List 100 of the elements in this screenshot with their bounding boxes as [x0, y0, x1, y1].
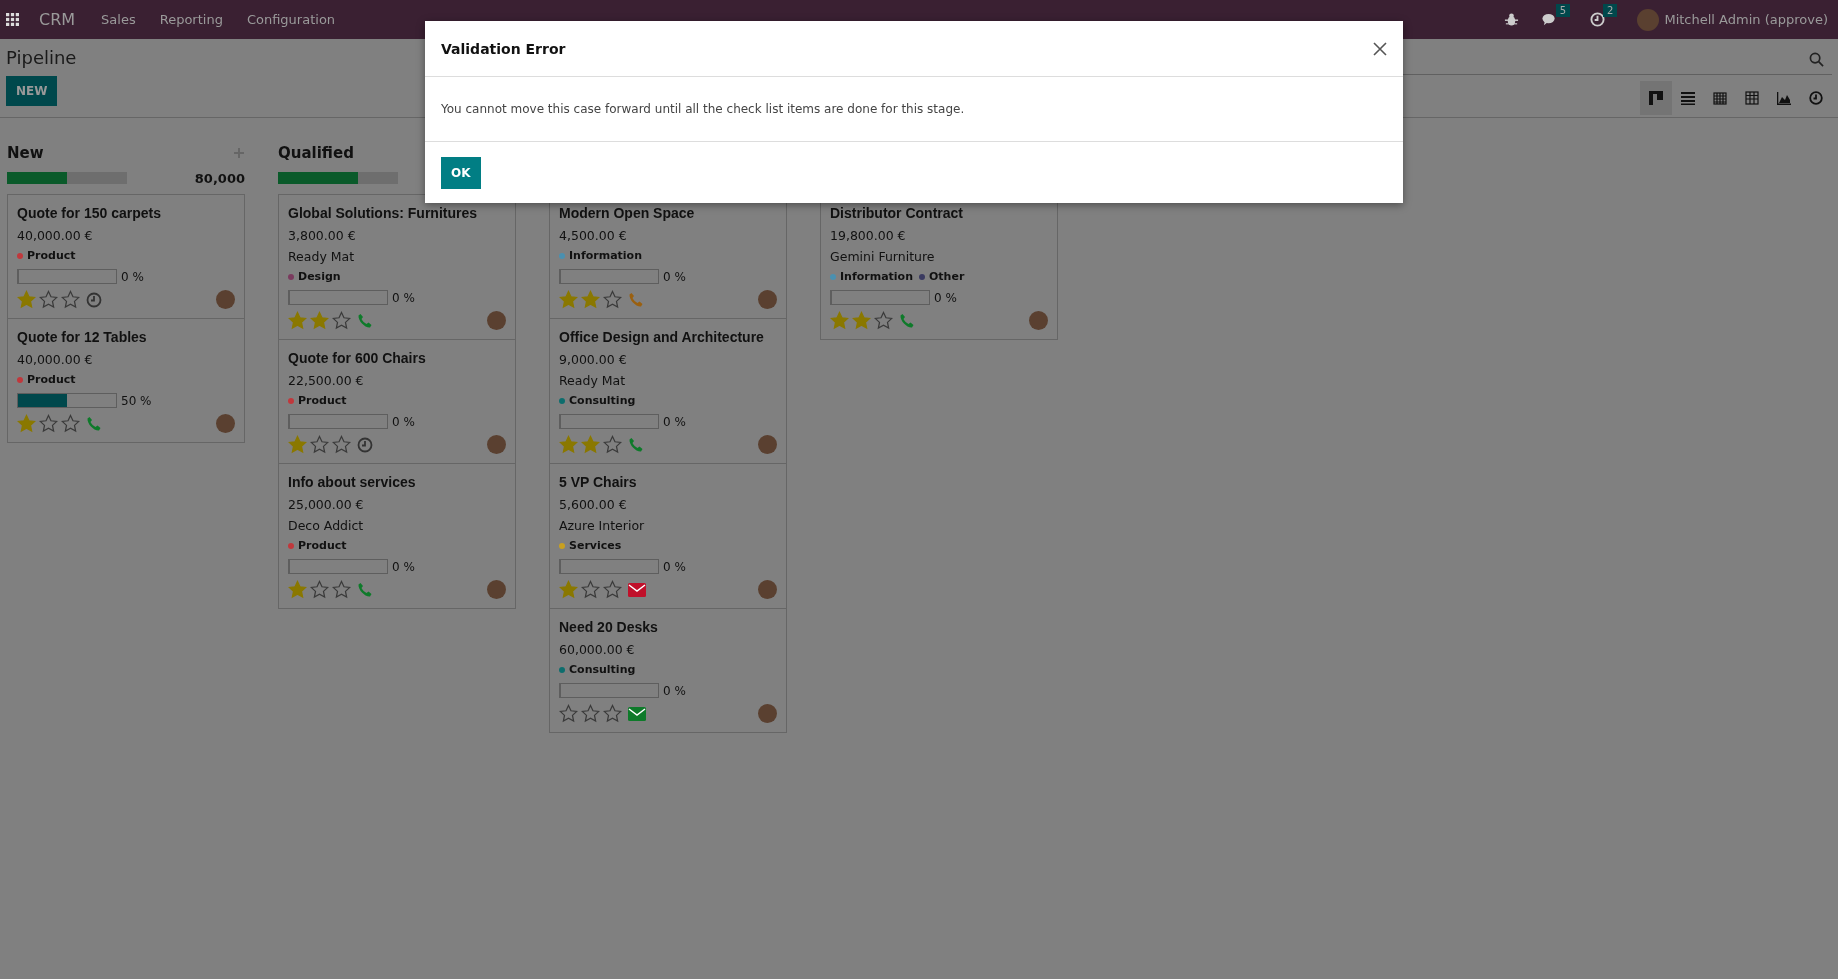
filled-star-icon[interactable] [581, 290, 600, 309]
empty-star-icon[interactable] [581, 580, 600, 599]
ok-button[interactable]: OK [441, 156, 481, 189]
close-icon[interactable] [1373, 41, 1387, 56]
menu-item[interactable]: Reporting [159, 12, 223, 27]
empty-star-icon[interactable] [39, 290, 58, 309]
user-avatar[interactable] [758, 580, 777, 599]
progress-reading: 0 % [934, 290, 957, 305]
tag-label: Product [298, 539, 347, 552]
progress-reading: 0 % [121, 269, 144, 284]
user-avatar[interactable] [758, 704, 777, 723]
user-name[interactable]: Mitchell Admin (approve) [1664, 12, 1828, 27]
card-company: Deco Addict [288, 518, 365, 533]
envelope-icon[interactable] [628, 582, 646, 597]
search-icon[interactable] [1809, 52, 1824, 67]
new-button[interactable]: NEW [6, 76, 58, 106]
empty-star-icon[interactable] [310, 580, 329, 599]
card-amount: 3,800.00 € [288, 228, 357, 243]
progress-reading: 0 % [663, 269, 686, 284]
user-avatar[interactable] [216, 414, 235, 433]
card-amount: 9,000.00 € [559, 352, 628, 367]
card-amount: 22,500.00 € [288, 373, 365, 388]
tag-label: Information [840, 270, 913, 283]
user-avatar[interactable] [487, 580, 506, 599]
card-title: Distributor Contract [830, 205, 964, 221]
empty-star-icon[interactable] [61, 290, 80, 309]
empty-star-icon[interactable] [603, 290, 622, 309]
filled-star-icon[interactable] [559, 290, 578, 309]
filled-star-icon[interactable] [310, 311, 329, 330]
card-company: Ready Mat [559, 373, 627, 388]
empty-star-icon[interactable] [603, 704, 622, 723]
filled-star-icon[interactable] [559, 435, 578, 454]
progress-reading: 0 % [663, 559, 686, 574]
filled-star-icon[interactable] [17, 414, 36, 433]
card-title: Global Solutions: Furnitures [288, 205, 478, 221]
filled-star-icon[interactable] [830, 311, 849, 330]
area-chart-icon[interactable] [1777, 91, 1791, 105]
tag-label: Product [27, 373, 76, 386]
empty-star-icon[interactable] [61, 414, 80, 433]
filled-star-icon[interactable] [288, 311, 307, 330]
empty-star-icon[interactable] [559, 704, 578, 723]
user-avatar[interactable] [487, 311, 506, 330]
column-title: Qualified [278, 144, 354, 162]
empty-star-icon[interactable] [310, 435, 329, 454]
activity-count-badge: 2 [1603, 4, 1618, 17]
card-title: Modern Open Space [559, 205, 696, 221]
clock-icon[interactable] [1809, 91, 1823, 105]
menu-item[interactable]: Configuration [246, 12, 336, 27]
app-name-link[interactable]: CRM [39, 10, 76, 29]
card-amount: 40,000.00 € [17, 352, 94, 367]
user-avatar[interactable] [758, 435, 777, 454]
user-avatar[interactable] [758, 290, 777, 309]
tag-label: Other [929, 270, 965, 283]
table-grid-icon[interactable] [1745, 91, 1759, 105]
progress-reading: 0 % [663, 683, 686, 698]
empty-star-icon[interactable] [581, 704, 600, 723]
tag-label: Information [569, 249, 642, 262]
column-title: New [7, 144, 44, 162]
tag-label: Product [27, 249, 76, 262]
card-amount: 4,500.00 € [559, 228, 628, 243]
empty-star-icon[interactable] [874, 311, 893, 330]
card-title: Quote for 150 carpets [17, 205, 162, 221]
filled-star-icon[interactable] [581, 435, 600, 454]
menu-item[interactable]: Sales [101, 12, 136, 27]
dialog-title: Validation Error [441, 40, 566, 57]
list-icon[interactable] [1681, 91, 1695, 105]
card-title: Info about services [288, 474, 417, 490]
empty-star-icon[interactable] [603, 580, 622, 599]
empty-star-icon[interactable] [332, 311, 351, 330]
card-company: Gemini Furniture [830, 249, 936, 264]
progress-reading: 50 % [121, 393, 152, 408]
progress-reading: 0 % [392, 559, 415, 574]
user-avatar[interactable] [487, 435, 506, 454]
tag-label: Services [569, 539, 622, 552]
user-avatar[interactable] [1029, 311, 1048, 330]
filled-star-icon[interactable] [288, 580, 307, 599]
card-title: Quote for 600 Chairs [288, 350, 427, 366]
empty-star-icon[interactable] [332, 580, 351, 599]
user-avatar[interactable] [216, 290, 235, 309]
user-avatar[interactable] [1637, 8, 1660, 31]
card-company: Ready Mat [288, 249, 356, 264]
filled-star-icon[interactable] [288, 435, 307, 454]
filled-star-icon[interactable] [852, 311, 871, 330]
envelope-icon[interactable] [628, 706, 646, 721]
tag-label: Consulting [569, 663, 636, 676]
card-amount: 40,000.00 € [17, 228, 94, 243]
calendar-icon[interactable] [1713, 91, 1727, 105]
kanban-view-button[interactable] [1640, 81, 1672, 115]
chat-icon[interactable] [1540, 12, 1558, 27]
empty-star-icon[interactable] [603, 435, 622, 454]
dialog-message: You cannot move this case forward until all the check list items are done for this stage. [441, 102, 965, 116]
filled-star-icon[interactable] [17, 290, 36, 309]
kanban-icon[interactable] [1649, 91, 1663, 105]
empty-star-icon[interactable] [39, 414, 58, 433]
app-grid-icon[interactable] [6, 13, 19, 26]
message-count-badge: 5 [1555, 4, 1571, 17]
filled-star-icon[interactable] [559, 580, 578, 599]
empty-star-icon[interactable] [332, 435, 351, 454]
bug-icon[interactable] [1503, 12, 1519, 27]
card-title: Need 20 Desks [559, 619, 659, 635]
